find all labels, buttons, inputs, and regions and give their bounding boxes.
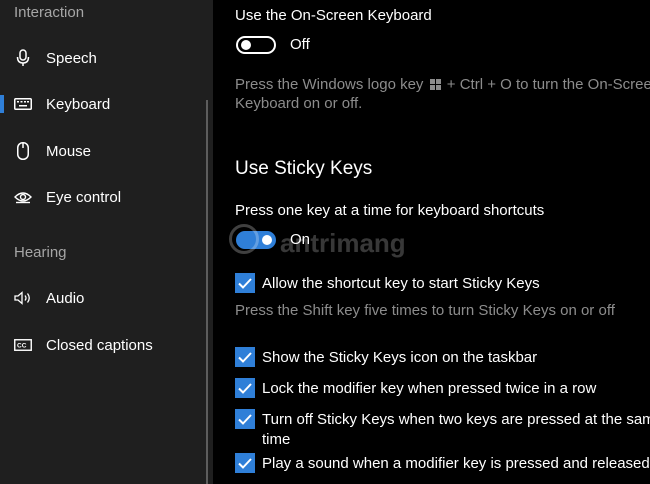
hint-text-part1: Press the Windows logo key	[235, 76, 424, 93]
group-header-hearing: Hearing	[14, 244, 67, 261]
onscreen-keyboard-toggle-state: Off	[290, 36, 310, 53]
sidebar: Interaction Speech Keyboard Mouse Eye co…	[0, 0, 213, 484]
closed-captions-icon: CC	[14, 336, 32, 354]
turn-off-two-keys-label: Turn off Sticky Keys when two keys are p…	[262, 411, 650, 428]
group-header-interaction: Interaction	[14, 4, 85, 21]
sidebar-item-label: Eye control	[46, 188, 122, 206]
hint-text-part2: + Ctrl + O to turn the On-Screen	[446, 76, 650, 93]
watermark-logo-icon	[229, 224, 259, 254]
microphone-icon	[14, 49, 32, 67]
sticky-keys-label: Press one key at a time for keyboard sho…	[235, 202, 545, 219]
svg-text:CC: CC	[17, 343, 27, 350]
sidebar-item-speech[interactable]: Speech	[0, 38, 206, 78]
sidebar-item-label: Speech	[46, 49, 97, 67]
sticky-keys-heading: Use Sticky Keys	[235, 158, 373, 179]
sidebar-item-label: Closed captions	[46, 336, 153, 354]
checkmark-icon	[238, 351, 252, 363]
toggle-knob	[262, 235, 272, 245]
keyboard-icon	[14, 95, 32, 113]
watermark-text: antrimang	[280, 228, 406, 258]
shortcut-hint: Press the Shift key five times to turn S…	[235, 302, 615, 319]
eye-control-icon	[14, 188, 32, 206]
windows-logo-icon	[429, 77, 441, 94]
play-sound-label: Play a sound when a modifier key is pres…	[262, 455, 650, 472]
sidebar-item-audio[interactable]: Audio	[0, 278, 206, 318]
sidebar-scrollbar[interactable]	[206, 100, 208, 484]
sidebar-item-label: Keyboard	[46, 95, 111, 113]
onscreen-keyboard-hint-line1: Press the Windows logo key + Ctrl + O to…	[235, 76, 650, 94]
onscreen-keyboard-label: Use the On-Screen Keyboard	[235, 7, 432, 24]
sidebar-item-keyboard[interactable]: Keyboard	[0, 84, 206, 124]
turn-off-two-keys-label-line2: time	[262, 431, 291, 448]
checkmark-icon	[238, 457, 252, 469]
mouse-icon	[14, 142, 32, 160]
show-icon-label: Show the Sticky Keys icon on the taskbar	[262, 349, 538, 366]
allow-shortcut-label: Allow the shortcut key to start Sticky K…	[262, 275, 540, 292]
sidebar-item-label: Mouse	[46, 142, 92, 160]
play-sound-checkbox[interactable]	[235, 453, 255, 473]
sidebar-item-eye-control[interactable]: Eye control	[0, 177, 206, 217]
onscreen-keyboard-toggle[interactable]	[236, 36, 276, 54]
allow-shortcut-checkbox[interactable]	[235, 273, 255, 293]
sidebar-item-mouse[interactable]: Mouse	[0, 131, 206, 171]
main-content: Use the On-Screen Keyboard Off Press the…	[213, 0, 650, 484]
sidebar-item-label: Audio	[46, 289, 85, 307]
show-icon-checkbox[interactable]	[235, 347, 255, 367]
selection-indicator	[0, 95, 4, 113]
toggle-knob	[241, 40, 251, 50]
checkmark-icon	[238, 413, 252, 425]
checkmark-icon	[238, 382, 252, 394]
lock-modifier-label: Lock the modifier key when pressed twice…	[262, 380, 597, 397]
turn-off-two-keys-checkbox[interactable]	[235, 409, 255, 429]
sidebar-item-closed-captions[interactable]: CC Closed captions	[0, 325, 206, 365]
onscreen-keyboard-hint-line2: Keyboard on or off.	[235, 95, 363, 112]
lock-modifier-checkbox[interactable]	[235, 378, 255, 398]
speaker-icon	[14, 289, 32, 307]
checkmark-icon	[238, 277, 252, 289]
